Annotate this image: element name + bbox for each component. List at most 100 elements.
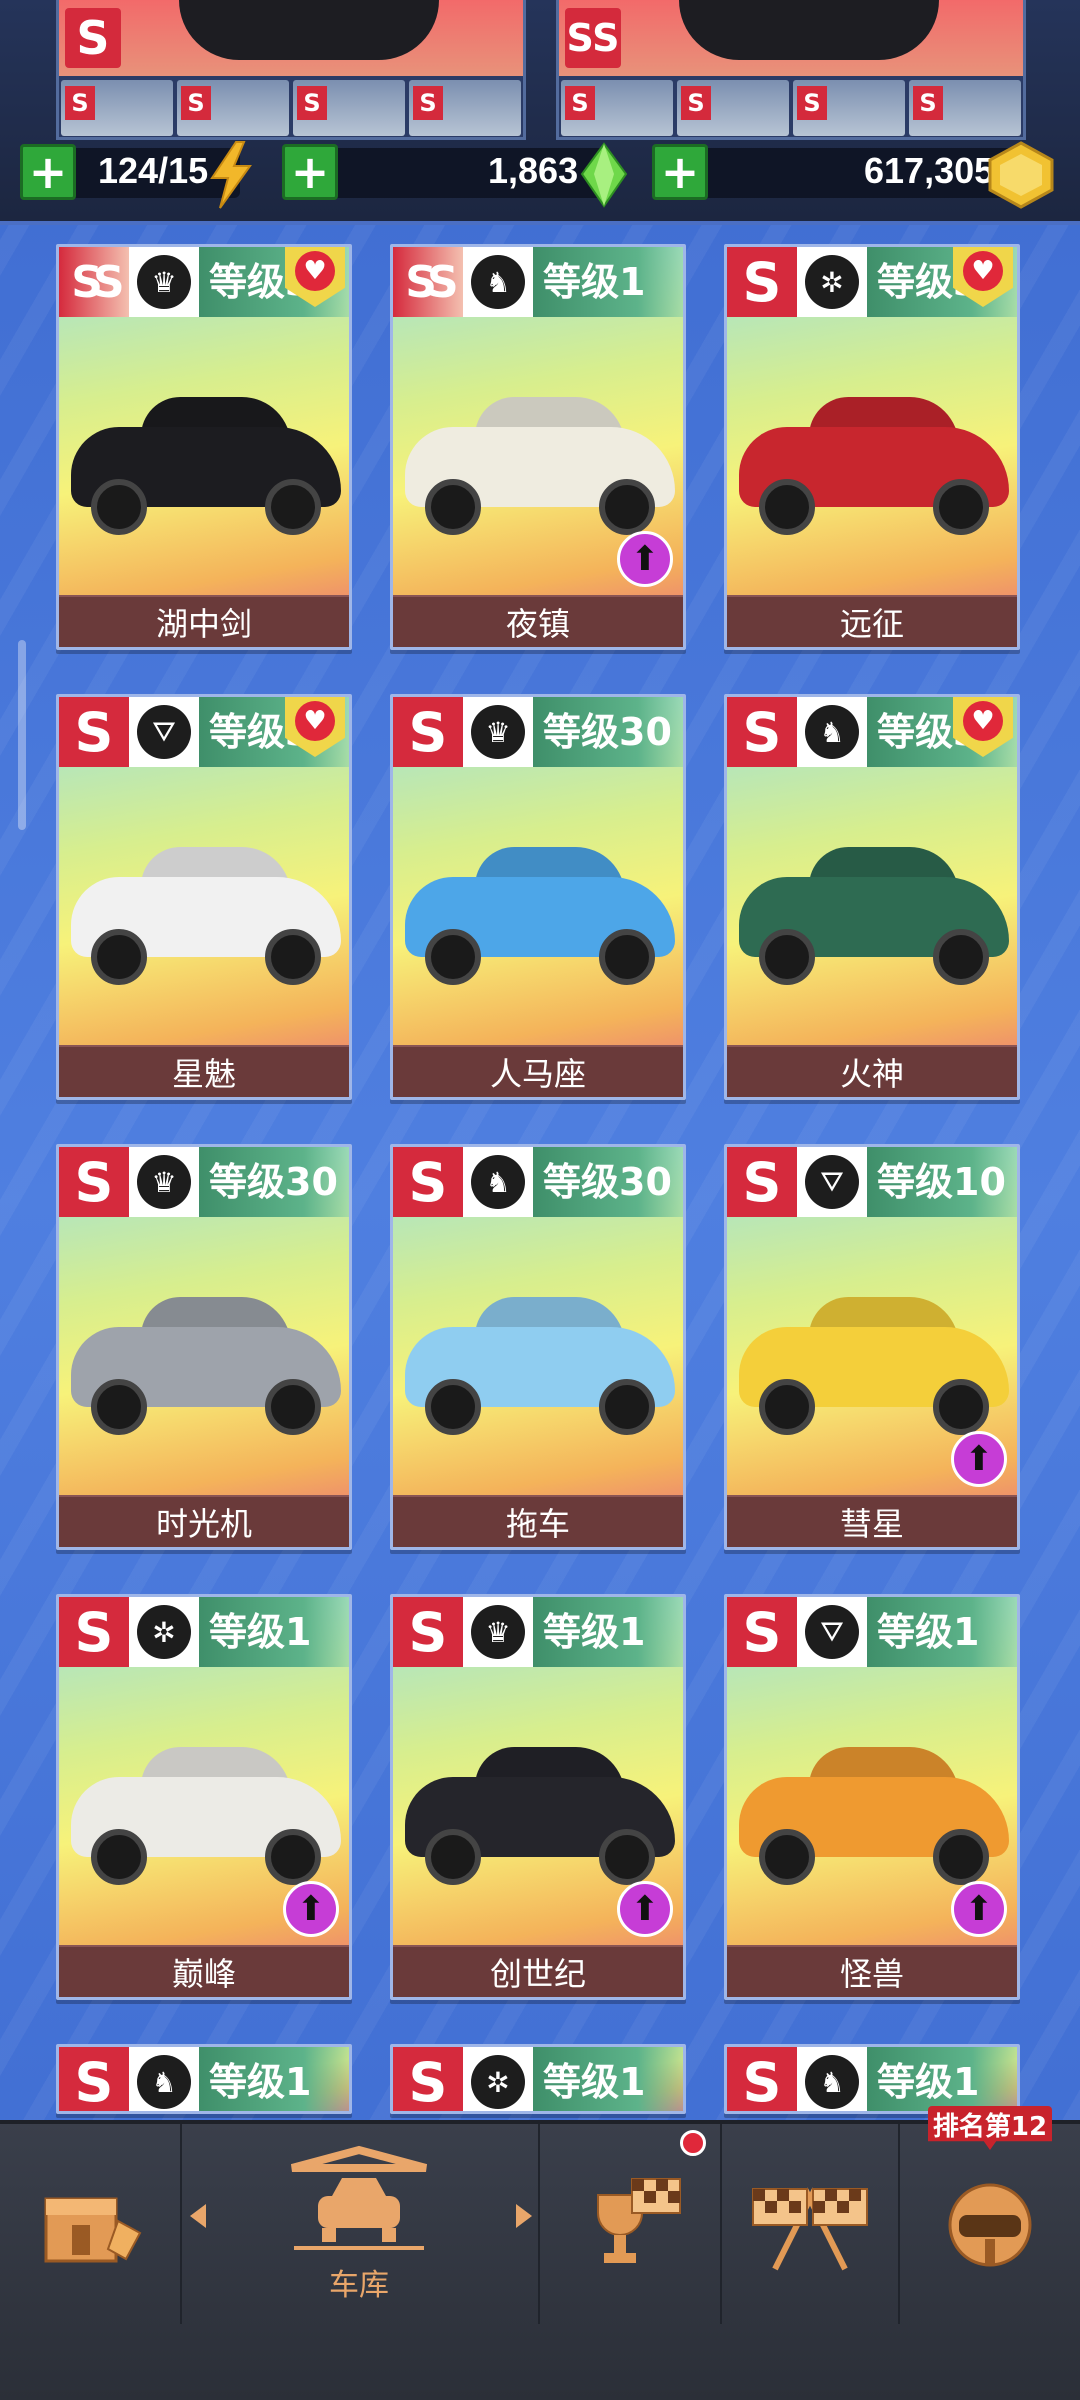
car-name: 星魅 [59, 1045, 349, 1097]
heart-icon: ♥ [295, 251, 335, 291]
car-card[interactable]: S ♛ 等级1 ⬆ 创世纪 [390, 1594, 686, 2000]
car-level: 等级30 [199, 1147, 349, 1217]
part-slot[interactable]: S [677, 80, 789, 136]
notification-dot [680, 2130, 706, 2156]
tier-badge: S [727, 2047, 797, 2111]
part-slot[interactable]: S [61, 80, 173, 136]
upgrade-arrow-icon[interactable]: ⬆ [951, 1431, 1007, 1487]
car-level: 等级1 [533, 2047, 683, 2111]
car-preset-2[interactable]: SS S S S S [556, 0, 1026, 140]
car-wheel [759, 929, 815, 985]
top-bar: S S S S S SS S S S S + 124/15 + 1,863 + … [0, 0, 1080, 225]
car-card[interactable]: S ♛ 等级30 人马座 [390, 694, 686, 1100]
parts-row: S S S S [559, 78, 1023, 138]
car-card[interactable]: S ✲ 等级3 ♥ 远征 [724, 244, 1020, 650]
nav-race[interactable] [722, 2124, 898, 2324]
scroll-indicator[interactable] [18, 640, 26, 830]
car-card[interactable]: S ♛ 等级30 时光机 [56, 1144, 352, 1550]
part-tier: S [65, 86, 95, 120]
car-name: 人马座 [393, 1045, 683, 1097]
car-name: 火神 [727, 1045, 1017, 1097]
car-card[interactable]: S ♞ 等级3 ♥ 火神 [724, 694, 1020, 1100]
car-card[interactable]: S ♞ 等级1 [56, 2044, 352, 2114]
gem-icon [580, 142, 628, 208]
car-wheel [933, 479, 989, 535]
part-slot[interactable]: S [909, 80, 1021, 136]
crown-icon: ♛ [471, 705, 525, 759]
add-coins-button[interactable]: + [652, 144, 708, 200]
car-card[interactable]: S ♞ 等级1 [724, 2044, 1020, 2114]
car-wheel [91, 929, 147, 985]
car-wheel [933, 1829, 989, 1885]
car-level: 等级10 [867, 1147, 1017, 1217]
tier-badge: S [727, 1597, 797, 1667]
part-slot[interactable]: S [561, 80, 673, 136]
upgrade-arrow-icon[interactable]: ⬆ [617, 531, 673, 587]
car-wheel [265, 1829, 321, 1885]
part-slot[interactable]: S [177, 80, 289, 136]
garage-label: 车库 [329, 2268, 389, 2303]
road-icon: ⛛ [805, 1155, 859, 1209]
coins-value: 617,305 [864, 150, 995, 191]
tier-badge: S [393, 2047, 463, 2111]
tier-badge: S [59, 1147, 129, 1217]
car-name: 怪兽 [727, 1945, 1017, 1997]
tier-badge: S [59, 1597, 129, 1667]
tier-badge: S [59, 2047, 129, 2111]
car-level: 等级30 [533, 697, 683, 767]
gems-value: 1,863 [488, 150, 579, 191]
add-gems-button[interactable]: + [282, 144, 338, 200]
car-wheel [599, 1379, 655, 1435]
tier-badge: S [393, 1597, 463, 1667]
class-badge: ⛛ [797, 1147, 867, 1217]
car-card[interactable]: S ♞ 等级30 拖车 [390, 1144, 686, 1550]
car-image [405, 1287, 675, 1437]
upgrade-arrow-icon[interactable]: ⬆ [283, 1881, 339, 1937]
car-wheel [91, 1379, 147, 1435]
car-name: 彗星 [727, 1495, 1017, 1547]
car-card[interactable]: SS ♞ 等级1 ⬆ 夜镇 [390, 244, 686, 650]
class-badge: ⛛ [797, 1597, 867, 1667]
part-slot[interactable]: S [409, 80, 521, 136]
car-level: 等级1 [533, 1597, 683, 1667]
car-wheel [599, 479, 655, 535]
garage-next-arrow[interactable] [516, 2204, 532, 2228]
car-card[interactable]: S ✲ 等级1 ⬆ 巅峰 [56, 1594, 352, 2000]
car-image [739, 387, 1009, 537]
car-card[interactable]: S ⛛ 等级3 ♥ 星魅 [56, 694, 352, 1100]
car-level: 等级1 [199, 2047, 349, 2111]
upgrade-arrow-icon[interactable]: ⬆ [617, 1881, 673, 1937]
part-slot[interactable]: S [293, 80, 405, 136]
class-badge: ♞ [463, 1147, 533, 1217]
wheel-icon: ✲ [137, 1605, 191, 1659]
car-wheel [91, 1829, 147, 1885]
car-wheel [599, 1829, 655, 1885]
car-card[interactable]: S ⛛ 等级1 ⬆ 怪兽 [724, 1594, 1020, 2000]
heart-icon: ♥ [963, 251, 1003, 291]
shop-crate-icon [44, 2197, 142, 2263]
horse-icon: ♞ [471, 1155, 525, 1209]
lightning-icon [210, 141, 252, 209]
car-card[interactable]: S ✲ 等级1 [390, 2044, 686, 2114]
car-image [71, 1287, 341, 1437]
car-preset-1[interactable]: S S S S S [56, 0, 526, 140]
car-wheel [425, 929, 481, 985]
car-card[interactable]: S ⛛ 等级10 ⬆ 彗星 [724, 1144, 1020, 1550]
crown-icon: ♛ [137, 255, 191, 309]
car-image [71, 1737, 341, 1887]
nav-shop[interactable] [0, 2124, 180, 2324]
garage-prev-arrow[interactable] [190, 2204, 206, 2228]
car-name: 创世纪 [393, 1945, 683, 1997]
car-card[interactable]: SS ♛ 等级3 ♥ 湖中剑 [56, 244, 352, 650]
nav-garage[interactable]: 车库 [180, 2124, 538, 2324]
road-icon: ⛛ [805, 1605, 859, 1659]
add-energy-button[interactable]: + [20, 144, 76, 200]
class-badge: ♛ [129, 247, 199, 317]
road-icon: ⛛ [137, 705, 191, 759]
car-wheel [759, 479, 815, 535]
part-slot[interactable]: S [793, 80, 905, 136]
car-wheel [759, 1829, 815, 1885]
nav-profile[interactable] [900, 2124, 1080, 2324]
part-tier: S [181, 86, 211, 120]
upgrade-arrow-icon[interactable]: ⬆ [951, 1881, 1007, 1937]
